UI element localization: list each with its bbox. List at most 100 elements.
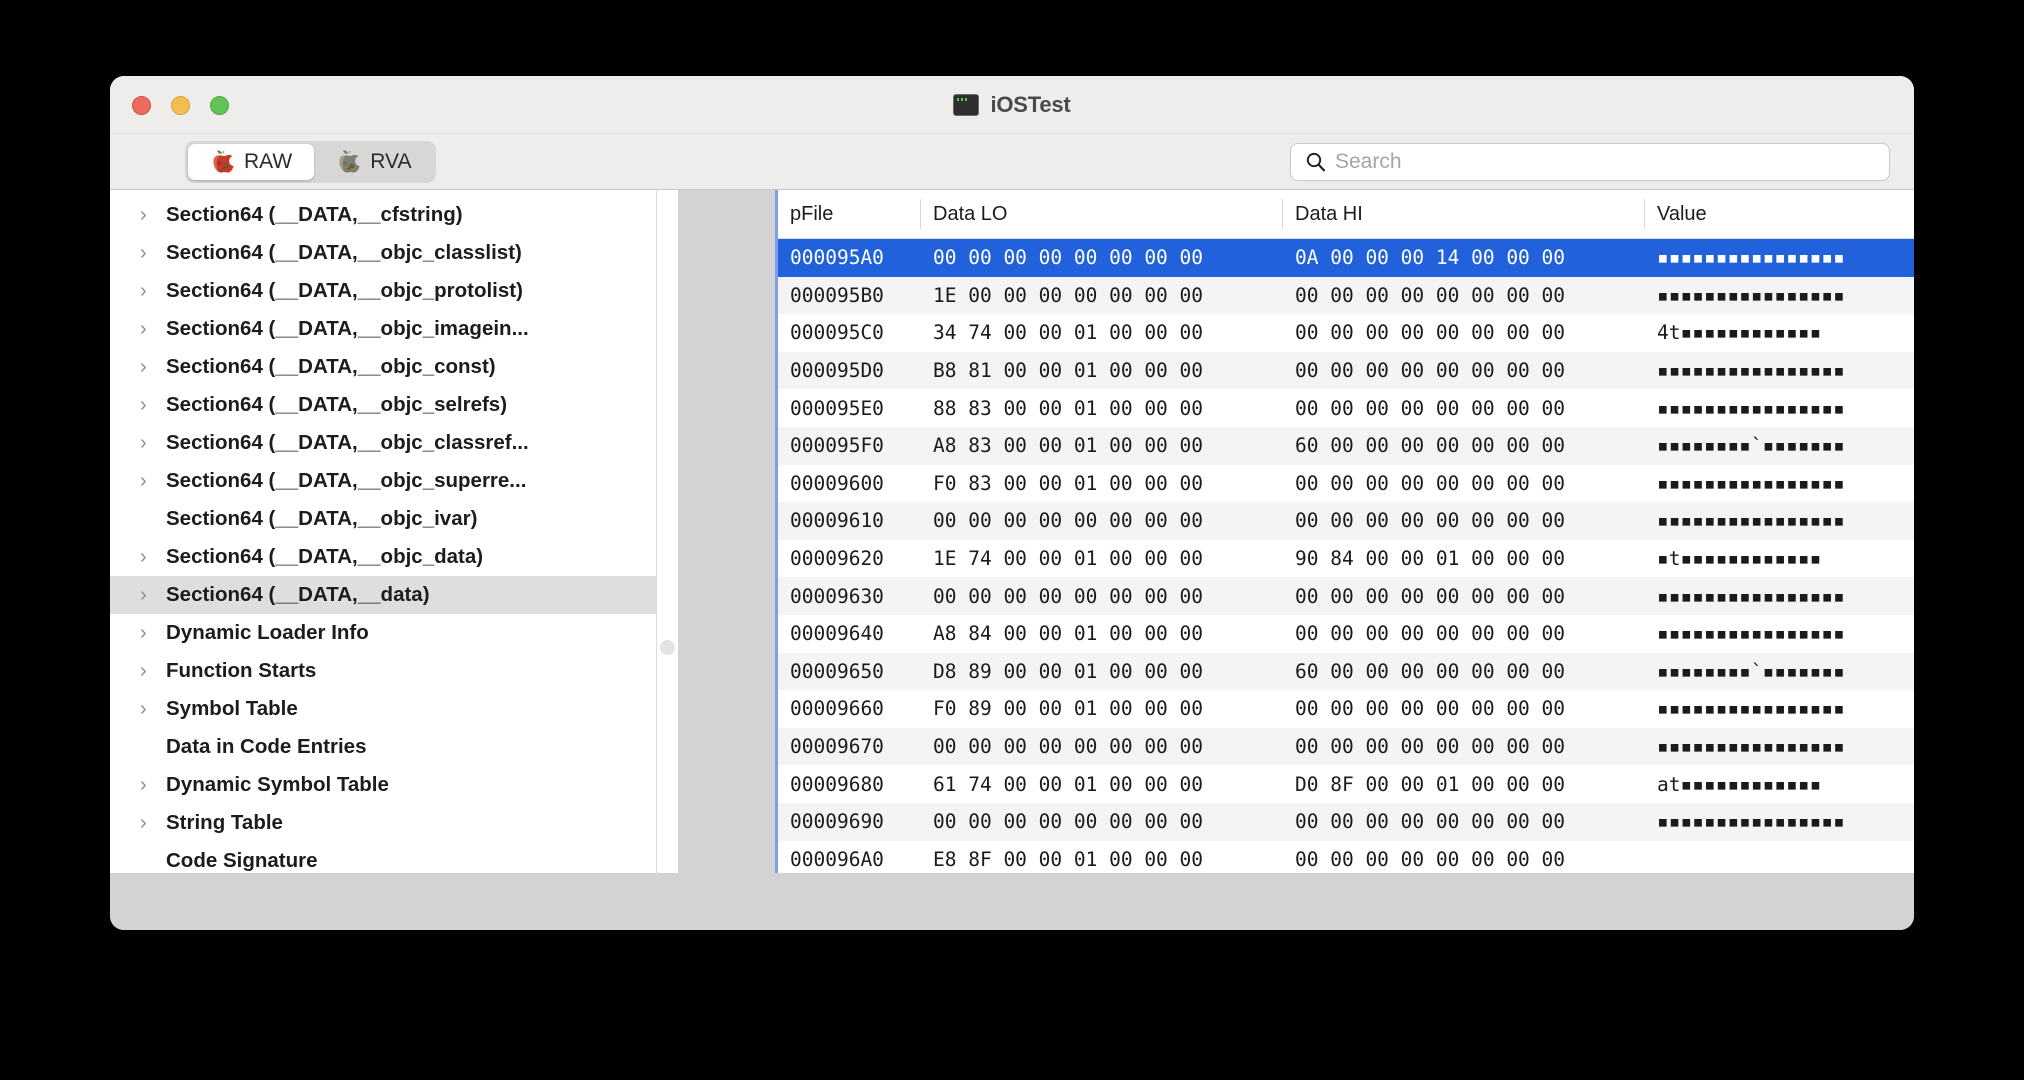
table-row[interactable]: 00009630 00 00 00 00 00 00 00 00 00 00 00 … [778, 577, 1914, 615]
column-header-value[interactable]: Value [1645, 199, 1913, 229]
cell-pfile: 00009680 [790, 772, 884, 796]
cell-value: ▪▪▪▪▪▪▪▪▪▪▪▪▪▪▪▪ [1657, 622, 1845, 646]
sidebar-item-label: Symbol Table [166, 697, 298, 720]
sidebar-item-label: String Table [166, 811, 283, 834]
table-row[interactable]: 000095C0 34 74 00 00 01 00 00 00 00 00 00 … [778, 314, 1914, 352]
cell-value: ▪▪▪▪▪▪▪▪`▪▪▪▪▪▪▪ [1657, 659, 1845, 683]
chevron-right-icon[interactable]: › [140, 395, 166, 415]
table-row[interactable]: 00009670 00 00 00 00 00 00 00 00 00 00 00 … [778, 727, 1914, 766]
sidebar-item[interactable]: › Section64 (__DATA,__cfstring) [110, 196, 656, 234]
cell-data-lo: D8 89 00 00 01 00 00 00 [933, 659, 1204, 683]
table-row[interactable]: 000095B0 1E 00 00 00 00 00 00 00 00 00 00 … [778, 276, 1914, 315]
window-titlebar: iOSTest [110, 76, 1914, 134]
cell-data-hi: 00 00 00 00 00 00 00 00 [1295, 622, 1566, 646]
sidebar-item[interactable]: › Function Starts [110, 652, 656, 690]
sidebar-item-label: Section64 (__DATA,__cfstring) [166, 203, 463, 226]
chevron-right-icon[interactable]: › [140, 433, 166, 453]
table-row[interactable]: 00009610 00 00 00 00 00 00 00 00 00 00 00 … [778, 502, 1914, 540]
cell-data-lo: A8 83 00 00 01 00 00 00 [933, 434, 1204, 458]
sidebar-item[interactable]: › Section64 (__DATA,__objc_classref... [110, 424, 656, 462]
chevron-right-icon[interactable]: › [140, 585, 166, 605]
sidebar-item[interactable]: › Section64 (__DATA,__objc_selrefs) [110, 386, 656, 424]
table-row[interactable]: 00009680 61 74 00 00 01 00 00 00 D0 8F 00 … [778, 765, 1914, 803]
cell-value: ▪▪▪▪▪▪▪▪▪▪▪▪▪▪▪▪ [1657, 810, 1845, 834]
table-row[interactable]: 000095F0 A8 83 00 00 01 00 00 00 60 00 00 … [778, 426, 1914, 465]
cell-value: ▪▪▪▪▪▪▪▪▪▪▪▪▪▪▪▪ [1657, 509, 1845, 533]
table-row[interactable]: 00009600 F0 83 00 00 01 00 00 00 00 00 00 … [778, 464, 1914, 503]
cell-data-lo: 1E 74 00 00 01 00 00 00 [933, 547, 1204, 571]
tab-raw[interactable]: RAW [188, 144, 315, 180]
sidebar-item[interactable]: › Section64 (__DATA,__objc_data) [110, 538, 656, 576]
column-header-data-lo[interactable]: Data LO [921, 199, 1283, 229]
window-title-group: iOSTest [110, 76, 1914, 133]
cell-data-lo: 88 83 00 00 01 00 00 00 [933, 396, 1204, 420]
cell-value: ▪▪▪▪▪▪▪▪▪▪▪▪▪▪▪▪ [1657, 396, 1845, 420]
column-header-pfile[interactable]: pFile [778, 199, 921, 229]
column-header-data-hi[interactable]: Data HI [1283, 199, 1645, 229]
sidebar-item[interactable]: › Symbol Table [110, 690, 656, 728]
cell-pfile: 00009670 [790, 735, 884, 759]
sidebar-outline-view[interactable]: › Section64 (__DATA,__cfstring) › Section64… [110, 190, 656, 873]
table-row[interactable]: 00009690 00 00 00 00 00 00 00 00 00 00 00 … [778, 802, 1914, 841]
tab-rva[interactable]: RVA [314, 144, 433, 180]
chevron-right-icon[interactable]: › [140, 471, 166, 491]
sidebar-item-label: Section64 (__DATA,__objc_classref... [166, 431, 529, 454]
splitter-handle[interactable] [660, 640, 675, 655]
sidebar-item-label: Section64 (__DATA,__objc_ivar) [166, 507, 478, 530]
sidebar-item[interactable]: › Dynamic Loader Info [110, 614, 656, 652]
chevron-right-icon[interactable]: › [140, 319, 166, 339]
cell-data-lo: 34 74 00 00 01 00 00 00 [933, 321, 1204, 345]
sidebar-item-label: Section64 (__DATA,__objc_data) [166, 545, 484, 568]
table-row[interactable]: 000095D0 B8 81 00 00 01 00 00 00 00 00 00 … [778, 351, 1914, 390]
chevron-right-icon[interactable]: › [140, 661, 166, 681]
toolbar: RAW RVA [110, 134, 1914, 190]
table-row[interactable]: 00009620 1E 74 00 00 01 00 00 00 90 84 00 … [778, 539, 1914, 578]
sidebar-item[interactable]: › Section64 (__DATA,__objc_const) [110, 348, 656, 386]
sidebar-item[interactable]: › String Table [110, 804, 656, 842]
cell-value: ▪▪▪▪▪▪▪▪▪▪▪▪▪▪▪▪ [1657, 283, 1845, 307]
sidebar-item[interactable]: › Section64 (__DATA,__objc_imagein... [110, 310, 656, 348]
chevron-right-icon[interactable]: › [140, 205, 166, 225]
search-field[interactable] [1290, 143, 1890, 181]
chevron-right-icon[interactable]: › [140, 813, 166, 833]
cell-data-lo: A8 84 00 00 01 00 00 00 [933, 622, 1204, 646]
cell-data-lo: 00 00 00 00 00 00 00 00 [933, 735, 1204, 759]
view-mode-segmented-control[interactable]: RAW RVA [185, 141, 437, 183]
cell-value: at▪▪▪▪▪▪▪▪▪▪▪▪ [1657, 772, 1822, 796]
cell-value: ▪▪▪▪▪▪▪▪▪▪▪▪▪▪▪▪ [1657, 471, 1845, 495]
cell-data-lo: E8 8F 00 00 01 00 00 00 [933, 847, 1204, 871]
table-header-row: pFile Data LO Data HI Value [778, 190, 1914, 239]
sidebar-item[interactable]: › Dynamic Symbol Table [110, 766, 656, 804]
sidebar-item[interactable]: Section64 (__DATA,__objc_ivar) [110, 500, 656, 538]
table-row[interactable]: 00009650 D8 89 00 00 01 00 00 00 60 00 00 … [778, 652, 1914, 691]
sidebar-item[interactable]: › Section64 (__DATA,__objc_superre... [110, 462, 656, 500]
chevron-right-icon[interactable]: › [140, 357, 166, 377]
cell-data-lo: F0 89 00 00 01 00 00 00 [933, 697, 1204, 721]
cell-data-hi: D0 8F 00 00 01 00 00 00 [1295, 772, 1566, 796]
chevron-right-icon[interactable]: › [140, 699, 166, 719]
table-row[interactable]: 000095A0 00 00 00 00 00 00 00 00 0A 00 00 … [778, 239, 1914, 277]
chevron-right-icon[interactable]: › [140, 281, 166, 301]
sidebar-item[interactable]: Data in Code Entries [110, 728, 656, 766]
sidebar-item[interactable]: › Section64 (__DATA,__objc_classlist) [110, 234, 656, 272]
terminal-icon [953, 93, 980, 116]
chevron-right-icon[interactable]: › [140, 775, 166, 795]
chevron-right-icon[interactable]: › [140, 547, 166, 567]
page-title: iOSTest [990, 91, 1071, 117]
table-row[interactable]: 00009640 A8 84 00 00 01 00 00 00 00 00 00 … [778, 614, 1914, 653]
table-row[interactable]: 000095E0 88 83 00 00 01 00 00 00 00 00 00 … [778, 389, 1914, 427]
sidebar-item[interactable]: › Section64 (__DATA,__objc_protolist) [110, 272, 656, 310]
sidebar-item[interactable]: › Section64 (__DATA,__data) [110, 576, 656, 614]
tab-raw-label: RAW [244, 150, 293, 173]
sidebar-item[interactable]: Code Signature [110, 842, 656, 873]
chevron-right-icon[interactable]: › [140, 243, 166, 263]
chevron-right-icon[interactable]: › [140, 623, 166, 643]
cell-value: ▪▪▪▪▪▪▪▪▪▪▪▪▪▪▪▪ [1657, 246, 1845, 270]
search-input[interactable] [1335, 150, 1879, 174]
split-divider[interactable] [656, 190, 678, 873]
sidebar-item-label: Section64 (__DATA,__objc_classlist) [166, 241, 522, 264]
cell-data-lo: 61 74 00 00 01 00 00 00 [933, 772, 1204, 796]
cell-data-hi: 00 00 00 00 00 00 00 00 [1295, 471, 1566, 495]
table-row[interactable]: 00009660 F0 89 00 00 01 00 00 00 00 00 00 … [778, 690, 1914, 728]
cell-data-hi: 00 00 00 00 00 00 00 00 [1295, 396, 1566, 420]
